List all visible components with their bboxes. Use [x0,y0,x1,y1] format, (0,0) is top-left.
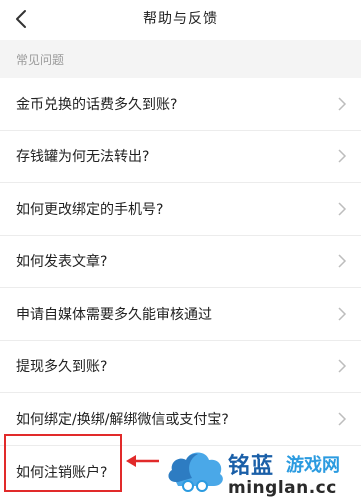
faq-item[interactable]: 存钱罐为何无法转出? [0,130,361,183]
watermark-logo: 铭蓝 游戏网 minglan.cc [166,442,361,500]
faq-item-label: 提现多久到账? [16,359,108,376]
section-header: 常见问题 [0,40,361,78]
faq-item-label: 申请自媒体需要多久能审核通过 [16,306,212,323]
watermark-brand-suffix: 游戏网 [286,455,340,476]
faq-item-label: 存钱罐为何无法转出? [16,149,150,166]
highlight-box [4,434,122,492]
faq-item[interactable]: 如何发表文章? [0,235,361,288]
chevron-right-icon [338,359,347,373]
chevron-right-icon [338,149,347,163]
faq-item[interactable]: 提现多久到账? [0,340,361,393]
faq-item-label: 如何更改绑定的手机号? [16,201,164,218]
faq-item-label: 如何发表文章? [16,254,108,271]
chevron-right-icon [338,202,347,216]
chevron-right-icon [338,97,347,111]
faq-item-label: 金币兑换的话费多久到账? [16,96,178,113]
chevron-right-icon [338,307,347,321]
section-title: 常见问题 [16,53,65,67]
chevron-right-icon [338,412,347,426]
chevron-right-icon [338,254,347,268]
red-arrow-icon [126,455,159,467]
watermark-brand: 铭蓝 [228,454,275,479]
watermark-url: minglan.cc [228,478,337,498]
faq-item[interactable]: 申请自媒体需要多久能审核通过 [0,288,361,341]
nav-bar: 帮助与反馈 [0,0,361,40]
faq-item[interactable]: 金币兑换的话费多久到账? [0,78,361,131]
faq-item[interactable]: 如何更改绑定的手机号? [0,183,361,236]
faq-item-label: 如何绑定/换绑/解绑微信或支付宝? [16,411,229,428]
page-title: 帮助与反馈 [143,11,218,27]
cloud-logo-icon [168,452,223,492]
